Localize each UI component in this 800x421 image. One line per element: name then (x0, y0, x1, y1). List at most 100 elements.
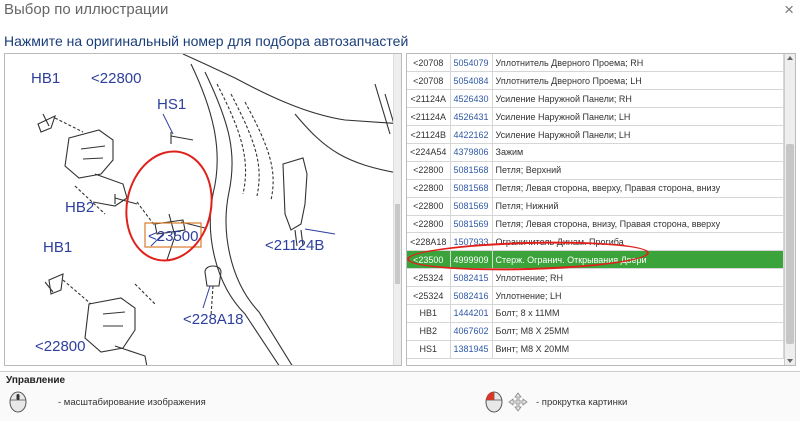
parts-row[interactable]: HB2 4067602 Болт; M8 X 25MM (407, 322, 785, 341)
parts-row[interactable]: <20708 5054084 Уплотнитель Дверного Проема… (407, 71, 785, 91)
parts-row[interactable]: <22800 5081569 Петля; Левая сторона, внизу… (407, 215, 785, 234)
controls-title: Управление (6, 375, 66, 386)
parts-row[interactable]: HS1 1381945 Винт; M8 X 20MM (407, 340, 785, 359)
parts-row[interactable]: <21124A 4526431 Усиление Наружной Панели; … (407, 107, 785, 127)
scroll-up-icon[interactable] (787, 56, 793, 60)
parts-row[interactable]: <21124A 4526430 Усиление Наружной Панели; … (407, 89, 785, 109)
part-ref-cell: <20708 (407, 54, 451, 73)
callout-23500[interactable]: <23500 (148, 228, 198, 245)
part-ref-cell: HB1 (407, 304, 451, 323)
parts-row[interactable]: <22800 5081569 Петля; Нижний (407, 197, 785, 216)
mouse-left-click-icon (485, 391, 503, 413)
illustration-scrollbar[interactable] (393, 54, 401, 365)
parts-table: <20708 5054079 Уплотнитель Дверного Проема… (407, 54, 785, 359)
parts-row[interactable]: <25324 5082415 Уплотнение; RH (407, 268, 785, 288)
part-ref-cell: <228A18 (407, 232, 451, 252)
move-arrows-icon (508, 392, 528, 412)
parts-row[interactable]: <228A18 1507933 Ограничитель Динам. Прогиб… (407, 232, 785, 252)
parts-scrollbar[interactable] (784, 54, 795, 365)
parts-row[interactable]: <224A54 4379806 Зажим (407, 143, 785, 162)
callout-hb1-bottom[interactable]: HB1 (43, 239, 72, 256)
zoom-label: - масштабирование изображения (58, 396, 206, 408)
callout-22800-bottom[interactable]: <22800 (35, 338, 85, 355)
controls-legend: Управление - масштабирование изображения… (0, 371, 800, 421)
part-number-link[interactable]: 4999909 (450, 250, 493, 270)
part-ref-cell: <224A54 (407, 143, 451, 162)
part-number-link[interactable]: 1381945 (450, 340, 493, 359)
part-description-cell: Усиление Наружной Панели; LH (492, 107, 785, 127)
part-ref-cell: <22800 (407, 161, 451, 180)
part-number-link[interactable]: 5054084 (450, 71, 493, 91)
part-number-link[interactable]: 1507933 (450, 232, 493, 252)
part-number-link[interactable]: 5054079 (450, 54, 493, 73)
parts-row[interactable]: HB1 1444201 Болт; 8 x 11MM (407, 304, 785, 323)
scroll-down-icon[interactable] (787, 359, 793, 363)
part-number-link[interactable]: 4379806 (450, 143, 493, 162)
exploded-diagram: HB1 <22800 HS1 HB2 <23500 <21124B HB1 <2… (31, 54, 401, 365)
instruction-text: Нажмите на оригинальный номер для подбор… (4, 33, 409, 49)
parts-row[interactable]: <22800 5081568 Петля; Левая сторона, вверх… (407, 179, 785, 198)
zoom-control: - масштабирование изображения (8, 391, 206, 413)
parts-row[interactable]: <20708 5054079 Уплотнитель Дверного Проема… (407, 54, 785, 73)
part-description-cell: Петля; Верхний (492, 161, 785, 180)
part-ref-cell: <22800 (407, 197, 451, 216)
parts-row[interactable]: <22800 5081568 Петля; Верхний (407, 161, 785, 180)
part-number-link[interactable]: 5081568 (450, 161, 493, 180)
part-ref-cell: <22800 (407, 179, 451, 198)
part-ref-cell: <25324 (407, 268, 451, 288)
callout-hs1[interactable]: HS1 (157, 96, 186, 113)
part-number-link[interactable]: 4422162 (450, 125, 493, 144)
part-description-cell: Уплотнитель Дверного Проема; LH (492, 71, 785, 91)
callout-hb2[interactable]: HB2 (65, 199, 94, 216)
part-description-cell: Петля; Левая сторона, внизу, Правая стор… (492, 215, 785, 234)
parts-row[interactable]: <21124B 4422162 Усиление Наружной Панели; … (407, 125, 785, 144)
part-description-cell: Уплотнение; LH (492, 286, 785, 305)
part-number-link[interactable]: 4526430 (450, 89, 493, 109)
part-description-cell: Петля; Левая сторона, вверху, Правая сто… (492, 179, 785, 198)
illustration-scroll-thumb[interactable] (395, 204, 400, 284)
parts-scroll-thumb[interactable] (786, 144, 794, 344)
part-number-link[interactable]: 4526431 (450, 107, 493, 127)
part-description-cell: Уплотнитель Дверного Проема; RH (492, 54, 785, 73)
part-ref-cell: <21124A (407, 89, 451, 109)
part-ref-cell: <23500 (407, 250, 451, 270)
scroll-label: - прокрутка картинки (536, 396, 628, 408)
part-description-cell: Зажим (492, 143, 785, 162)
close-icon[interactable]: × (784, 0, 794, 20)
illustration-panel[interactable]: HB1 <22800 HS1 HB2 <23500 <21124B HB1 <2… (4, 53, 402, 366)
parts-row[interactable]: <25324 5082416 Уплотнение; LH (407, 286, 785, 305)
part-description-cell: Уплотнение; RH (492, 268, 785, 288)
mouse-wheel-icon (9, 391, 27, 413)
part-ref-cell: <25324 (407, 286, 451, 305)
callout-hb1-top[interactable]: HB1 (31, 70, 60, 87)
part-number-link[interactable]: 5081568 (450, 179, 493, 198)
part-description-cell: Усиление Наружной Панели; RH (492, 89, 785, 109)
part-number-link[interactable]: 5081569 (450, 215, 493, 234)
part-ref-cell: HS1 (407, 340, 451, 359)
callout-228a18[interactable]: <228A18 (183, 311, 243, 328)
part-number-link[interactable]: 5082416 (450, 286, 493, 305)
part-ref-cell: <20708 (407, 71, 451, 91)
part-number-link[interactable]: 4067602 (450, 322, 493, 341)
parts-row[interactable]: <23500 4999909 Стерж. Огранич. Открывания … (407, 250, 785, 270)
part-ref-cell: <21124A (407, 107, 451, 127)
part-ref-cell: <22800 (407, 215, 451, 234)
part-number-link[interactable]: 5082415 (450, 268, 493, 288)
part-description-cell: Петля; Нижний (492, 197, 785, 216)
highlight-circle (125, 150, 213, 262)
part-description-cell: Болт; M8 X 25MM (492, 322, 785, 341)
part-description-cell: Болт; 8 x 11MM (492, 304, 785, 323)
window-title: Выбор по иллюстрации (4, 1, 169, 18)
part-description-cell: Усиление Наружной Панели; LH (492, 125, 785, 144)
parts-list-panel: <20708 5054079 Уплотнитель Дверного Проема… (406, 53, 796, 366)
callout-22800-top[interactable]: <22800 (91, 70, 141, 87)
part-number-link[interactable]: 5081569 (450, 197, 493, 216)
part-description-cell: Винт; M8 X 20MM (492, 340, 785, 359)
part-description-cell: Ограничитель Динам. Прогиба (492, 232, 785, 252)
part-ref-cell: <21124B (407, 125, 451, 144)
callout-21124b[interactable]: <21124B (265, 237, 324, 254)
part-description-cell: Стерж. Огранич. Открывания Двери (492, 250, 785, 270)
part-number-link[interactable]: 1444201 (450, 304, 493, 323)
scroll-control: - прокрутка картинки (484, 391, 627, 413)
part-ref-cell: HB2 (407, 322, 451, 341)
